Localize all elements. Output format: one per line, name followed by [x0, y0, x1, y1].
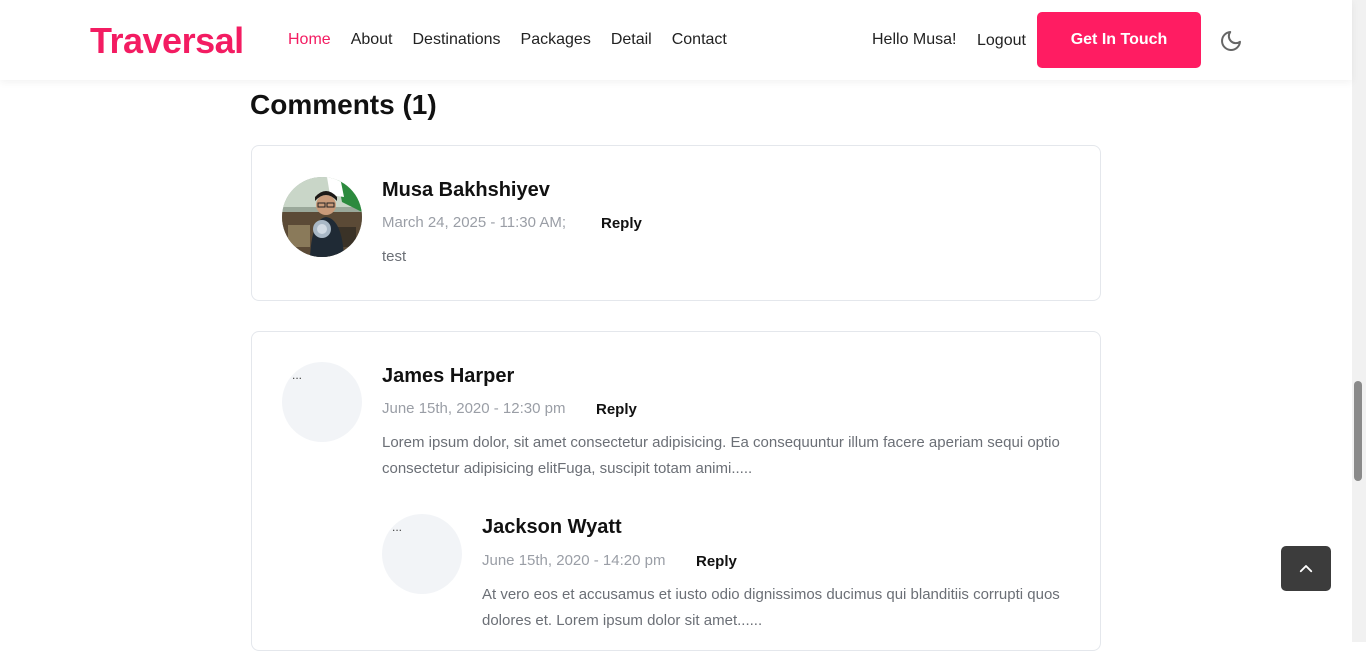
- comment-text: Lorem ipsum dolor, sit amet consectetur …: [382, 434, 1060, 477]
- comment-author: James Harper: [382, 365, 515, 387]
- scrollbar-thumb[interactable]: [1354, 381, 1362, 481]
- reply-button[interactable]: Reply: [601, 214, 642, 234]
- reply-date: June 15th, 2020 - 14:20 pm: [482, 552, 666, 569]
- reply-button[interactable]: Reply: [596, 400, 637, 420]
- chevron-up-icon: [1299, 564, 1313, 572]
- avatar: ...: [282, 362, 362, 442]
- comment-text: test: [382, 248, 407, 265]
- get-in-touch-button[interactable]: Get In Touch: [1037, 12, 1201, 68]
- logout-link[interactable]: Logout: [977, 31, 1026, 51]
- comments-heading: Comments (1): [250, 89, 437, 120]
- comment-date: March 24, 2025 - 11:30 AM;: [382, 214, 566, 231]
- comment-card: ... James Harper June 15th, 2020 - 12:30…: [251, 331, 1101, 651]
- nav-packages[interactable]: Packages: [521, 30, 591, 50]
- nav-links: Home About Destinations Packages Detail …: [288, 30, 747, 50]
- comment-date: June 15th, 2020 - 12:30 pm: [382, 400, 566, 417]
- avatar: ...: [382, 514, 462, 594]
- broken-image-icon: ...: [392, 520, 403, 534]
- brand-logo[interactable]: Traversal: [90, 20, 244, 62]
- reply-button[interactable]: Reply: [696, 552, 737, 572]
- reply-text: At vero eos et accusamus et iusto odio d…: [482, 586, 1060, 629]
- nav-detail[interactable]: Detail: [611, 30, 652, 50]
- nav-destinations[interactable]: Destinations: [413, 30, 501, 50]
- nav-home[interactable]: Home: [288, 30, 331, 50]
- broken-image-icon: ...: [292, 368, 303, 382]
- avatar: [282, 177, 362, 257]
- page-scrollbar[interactable]: [1352, 0, 1366, 642]
- moon-icon[interactable]: [1219, 29, 1243, 53]
- comment-author: Musa Bakhshiyev: [382, 179, 550, 201]
- navbar: Traversal Home About Destinations Packag…: [0, 0, 1352, 80]
- nav-contact[interactable]: Contact: [672, 30, 727, 50]
- comment-card: Musa Bakhshiyev March 24, 2025 - 11:30 A…: [251, 145, 1101, 301]
- user-greeting: Hello Musa!: [872, 31, 957, 48]
- nav-about[interactable]: About: [351, 30, 393, 50]
- reply-author: Jackson Wyatt: [482, 516, 622, 538]
- back-to-top-button[interactable]: [1281, 546, 1331, 591]
